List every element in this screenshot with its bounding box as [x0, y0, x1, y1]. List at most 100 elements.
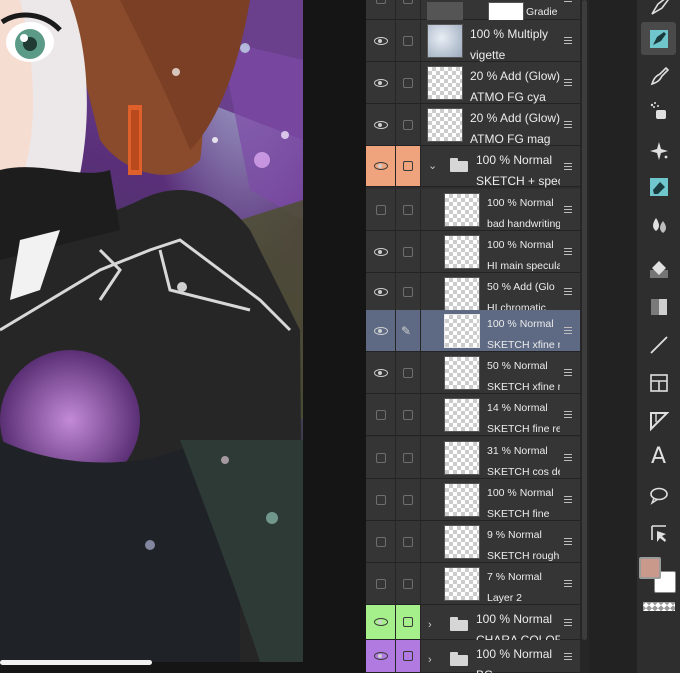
layer-lock-toggle[interactable]	[396, 231, 421, 272]
layer-visibility-toggle[interactable]	[366, 437, 396, 478]
sparkle-tool[interactable]	[641, 134, 676, 167]
layer-thumbnail	[444, 398, 480, 432]
layer-row[interactable]: Gradie	[366, 0, 580, 36]
layer-lock-toggle[interactable]	[396, 605, 421, 639]
layer-lock-toggle[interactable]	[396, 146, 421, 186]
layer-folder-row[interactable]: › 100 % Normal BG	[366, 640, 580, 673]
drag-handle-icon[interactable]	[564, 369, 572, 376]
drag-handle-icon[interactable]	[564, 163, 572, 170]
layer-lock-toggle[interactable]	[396, 0, 421, 19]
layer-visibility-toggle[interactable]	[366, 0, 396, 19]
pen-nib-tool[interactable]	[641, 0, 676, 21]
layer-row[interactable]: 20 % Add (Glow) ATMO FG mag	[366, 104, 580, 146]
lock-checkbox	[403, 578, 413, 589]
layer-folder-row[interactable]: ⌄ 100 % Normal SKETCH + spec	[366, 146, 580, 188]
layer-visibility-toggle[interactable]	[366, 62, 396, 103]
layer-visibility-toggle[interactable]	[366, 273, 396, 310]
layer-row[interactable]: 50 % NormalSKETCH xfine ma	[366, 352, 580, 394]
drag-handle-icon[interactable]	[564, 0, 572, 2]
layer-visibility-toggle[interactable]	[366, 479, 396, 520]
drag-handle-icon[interactable]	[564, 580, 572, 587]
eye-icon	[373, 652, 388, 660]
eraser-tool[interactable]	[641, 170, 676, 203]
brush-tool[interactable]	[641, 58, 676, 91]
layer-row[interactable]: 100 % Normal HI main specular	[366, 231, 580, 273]
airbrush-tool[interactable]	[641, 94, 676, 127]
drag-handle-icon[interactable]	[564, 121, 572, 128]
layer-lock-toggle[interactable]	[396, 640, 421, 672]
layer-label: 100 % Normal BG	[476, 644, 560, 673]
ruler-triangle-tool[interactable]	[641, 404, 676, 437]
layer-lock-toggle[interactable]	[396, 189, 421, 230]
drag-handle-icon[interactable]	[564, 206, 572, 213]
layer-lock-toggle[interactable]	[396, 352, 421, 393]
drag-handle-icon[interactable]	[564, 248, 572, 255]
layer-lock-toggle[interactable]	[396, 521, 421, 562]
layer-lock-toggle[interactable]	[396, 479, 421, 520]
lock-checkbox	[403, 494, 413, 505]
chevron-down-icon[interactable]: ⌄	[428, 160, 438, 172]
text-tool[interactable]: A	[641, 440, 676, 473]
layer-row[interactable]: 9 % Normal SKETCH rough	[366, 521, 580, 563]
drag-handle-icon[interactable]	[564, 619, 572, 626]
layer-lock-toggle[interactable]	[396, 394, 421, 435]
layer-visibility-toggle[interactable]	[366, 394, 396, 435]
layer-visibility-toggle[interactable]	[366, 189, 396, 230]
chevron-right-icon[interactable]: ›	[428, 619, 438, 631]
drag-handle-icon[interactable]	[564, 538, 572, 545]
layer-visibility-toggle[interactable]	[366, 521, 396, 562]
layer-lock-toggle[interactable]	[396, 62, 421, 103]
layer-row[interactable]: ✎ 100 % NormalSKETCH xfine ma	[366, 310, 580, 352]
layer-lock-toggle[interactable]	[396, 563, 421, 604]
blend-drop-tool[interactable]	[641, 208, 676, 241]
drag-handle-icon[interactable]	[564, 496, 572, 503]
layer-row[interactable]: 50 % Add (Glo HI chromatic	[366, 273, 580, 314]
gradient-tool[interactable]	[641, 290, 676, 323]
drag-handle-icon[interactable]	[564, 327, 572, 334]
drag-handle-icon[interactable]	[564, 411, 572, 418]
layer-row[interactable]: 100 % Normal bad handwriting	[366, 189, 580, 231]
marker-pen-tool[interactable]	[641, 22, 676, 55]
scrollbar-thumb[interactable]	[582, 0, 587, 640]
layer-visibility-toggle[interactable]	[366, 146, 396, 186]
layer-lock-toggle[interactable]: ✎	[396, 310, 421, 351]
fill-bucket-tool[interactable]	[641, 252, 676, 285]
drag-handle-icon[interactable]	[564, 454, 572, 461]
transparent-color-swatch[interactable]	[643, 602, 675, 611]
layer-lock-toggle[interactable]	[396, 104, 421, 145]
layer-row[interactable]: 20 % Add (Glow) ATMO FG cya	[366, 62, 580, 104]
selection-pointer-tool[interactable]	[641, 516, 676, 549]
frame-tool[interactable]	[641, 366, 676, 399]
layer-folder-row[interactable]: ›100 % NormalCHARA COLOR	[366, 605, 580, 647]
drawing-canvas[interactable]	[0, 0, 303, 662]
chevron-right-icon[interactable]: ›	[428, 654, 438, 666]
eye-icon	[373, 120, 388, 129]
layer-visibility-toggle[interactable]	[366, 231, 396, 272]
layer-row[interactable]: 14 % Normal SKETCH fine resiz	[366, 394, 580, 436]
layer-visibility-toggle[interactable]	[366, 640, 396, 672]
speech-balloon-tool[interactable]	[641, 478, 676, 511]
layer-blend-mode: 20 % Add (Glow)	[470, 69, 560, 83]
drag-handle-icon[interactable]	[564, 288, 572, 295]
drag-handle-icon[interactable]	[564, 37, 572, 44]
layer-label: 20 % Add (Glow) ATMO FG mag	[470, 108, 560, 149]
layer-visibility-toggle[interactable]	[366, 352, 396, 393]
layer-row[interactable]: 100 % Normal SKETCH fine	[366, 479, 580, 521]
layer-visibility-toggle[interactable]	[366, 310, 396, 351]
foreground-color-swatch[interactable]	[639, 557, 661, 579]
line-tool[interactable]	[641, 328, 676, 361]
drag-handle-icon[interactable]	[564, 653, 572, 660]
layer-visibility-toggle[interactable]	[366, 563, 396, 604]
layer-row[interactable]: 7 % Normal Layer 2	[366, 563, 580, 605]
layer-panel-scrollbar[interactable]	[580, 0, 589, 673]
layer-row[interactable]: 100 % Multiply vigette	[366, 20, 580, 62]
layer-visibility-toggle[interactable]	[366, 605, 396, 639]
layer-visibility-toggle[interactable]	[366, 20, 396, 61]
layer-lock-toggle[interactable]	[396, 273, 421, 310]
layer-row[interactable]: 31 % NormalSKETCH cos detai	[366, 437, 580, 479]
drag-handle-icon[interactable]	[564, 79, 572, 86]
layer-lock-toggle[interactable]	[396, 20, 421, 61]
layer-visibility-toggle[interactable]	[366, 104, 396, 145]
layer-lock-toggle[interactable]	[396, 437, 421, 478]
color-swatch[interactable]	[637, 555, 680, 605]
